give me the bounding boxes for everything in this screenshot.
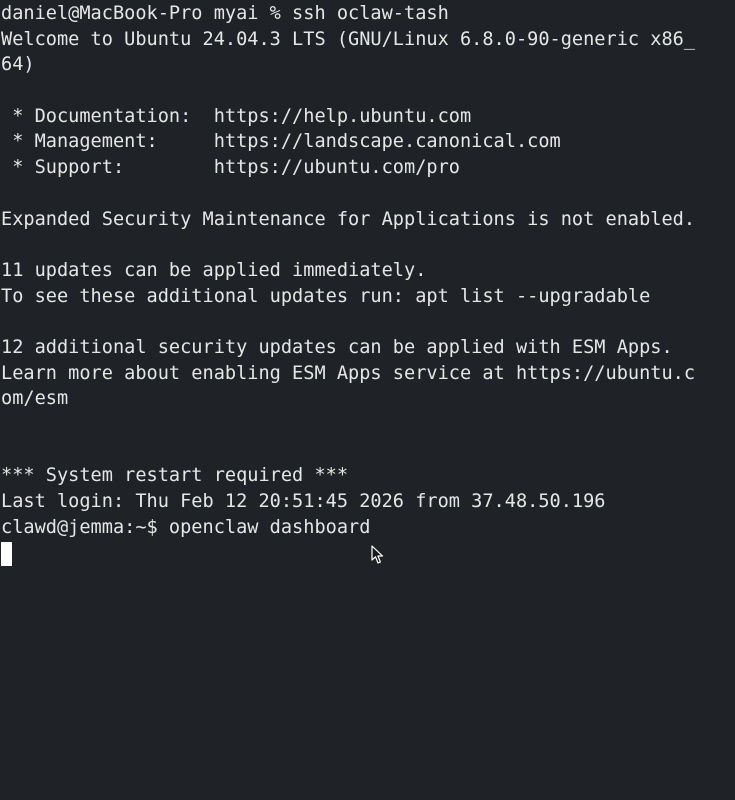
terminal-line-management: * Management: https://landscape.canonica… xyxy=(1,131,561,153)
terminal-cursor xyxy=(1,542,12,566)
terminal-line-security-updates: 12 additional security updates can be ap… xyxy=(1,336,673,358)
terminal-line-support: * Support: https://ubuntu.com/pro xyxy=(1,157,460,179)
terminal-line-esm-learn-more-wrap: om/esm xyxy=(1,388,69,410)
terminal-line-updates-hint: To see these additional updates run: apt… xyxy=(1,285,651,307)
terminal-output: daniel@MacBook-Pro myai % ssh oclaw-tash… xyxy=(1,1,735,540)
mouse-pointer-icon xyxy=(371,545,384,564)
terminal-window[interactable]: daniel@MacBook-Pro myai % ssh oclaw-tash… xyxy=(0,0,735,800)
terminal-line-ssh-command: daniel@MacBook-Pro myai % ssh oclaw-tash xyxy=(1,3,449,24)
terminal-line-documentation: * Documentation: https://help.ubuntu.com xyxy=(1,105,472,127)
terminal-line-welcome: Welcome to Ubuntu 24.04.3 LTS (GNU/Linux… xyxy=(1,28,696,50)
terminal-line-welcome-wrap: 64) xyxy=(1,54,35,76)
terminal-line-updates-count: 11 updates can be applied immediately. xyxy=(1,259,427,281)
terminal-line-esm-notice: Expanded Security Maintenance for Applic… xyxy=(1,208,696,230)
terminal-line-esm-learn-more: Learn more about enabling ESM Apps servi… xyxy=(1,362,696,384)
terminal-line-last-login: Last login: Thu Feb 12 20:51:45 2026 fro… xyxy=(1,491,606,513)
terminal-line-restart-required: *** System restart required *** xyxy=(1,465,349,487)
terminal-line-prompt-command: clawd@jemma:~$ openclaw dashboard xyxy=(1,516,371,538)
